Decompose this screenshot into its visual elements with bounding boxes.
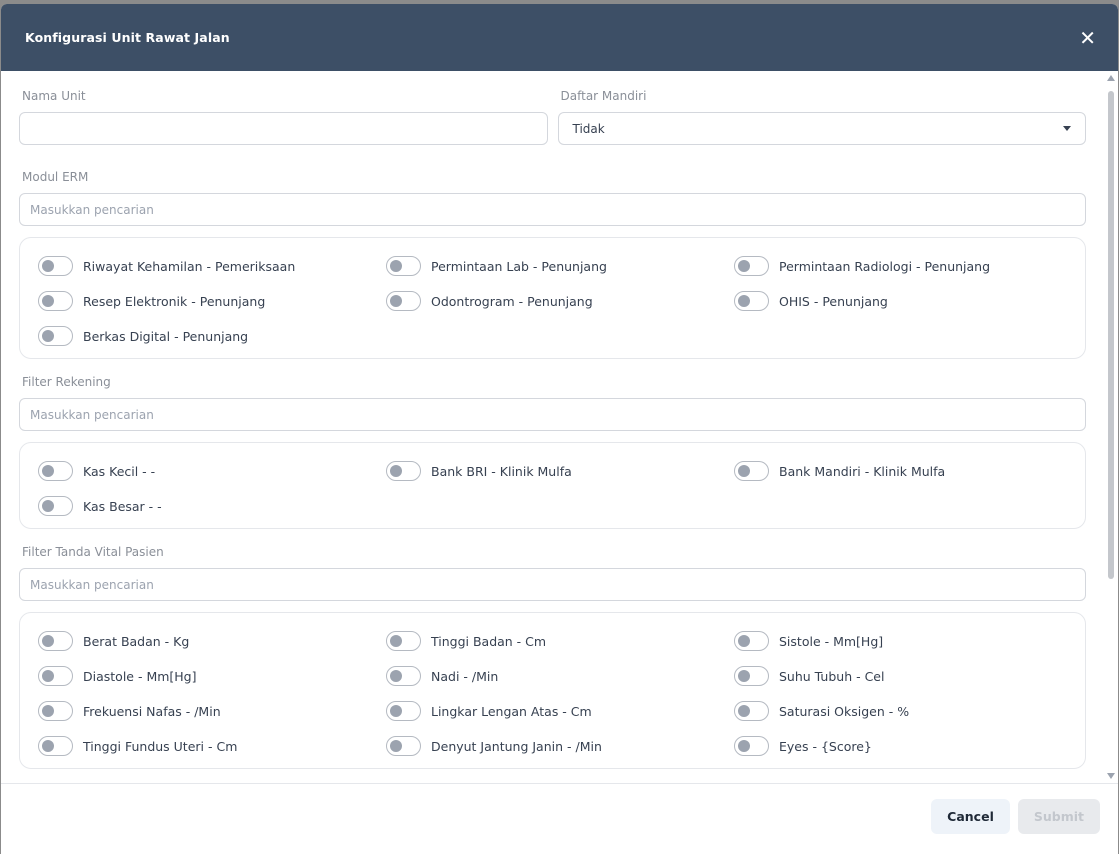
- toggle-label: Odontrogram - Penunjang: [431, 293, 593, 309]
- daftar-mandiri-select[interactable]: Tidak: [557, 112, 1086, 145]
- toggle-switch[interactable]: [734, 736, 769, 756]
- toggle-item[interactable]: Riwayat Kehamilan - Pemeriksaan: [38, 254, 386, 278]
- toggle-item[interactable]: Bank Mandiri - Klinik Mulfa: [734, 459, 1074, 483]
- toggle-switch[interactable]: [38, 291, 73, 311]
- toggle-item[interactable]: Bank BRI - Klinik Mulfa: [386, 459, 734, 483]
- toggle-item[interactable]: Permintaan Radiologi - Penunjang: [734, 254, 1074, 278]
- chevron-down-icon: [1063, 126, 1071, 131]
- toggle-switch[interactable]: [386, 736, 421, 756]
- toggle-label: Berat Badan - Kg: [83, 633, 190, 649]
- toggle-label: Frekuensi Nafas - /Min: [83, 703, 221, 719]
- toggle-switch[interactable]: [38, 701, 73, 721]
- modal-header: Konfigurasi Unit Rawat Jalan ✕: [1, 4, 1118, 71]
- toggle-label: Bank BRI - Klinik Mulfa: [431, 463, 572, 479]
- filter-tanda-vital-list: Berat Badan - Kg Tinggi Badan - Cm Sistole…: [19, 612, 1086, 769]
- nama-unit-label: Nama Unit: [22, 89, 86, 103]
- toggle-switch[interactable]: [734, 701, 769, 721]
- toggle-item[interactable]: Lingkar Lengan Atas - Cm: [386, 699, 734, 723]
- close-icon[interactable]: ✕: [1079, 28, 1096, 48]
- toggle-switch[interactable]: [38, 461, 73, 481]
- toggle-label: Resep Elektronik - Penunjang: [83, 293, 266, 309]
- daftar-mandiri-value: Tidak: [572, 121, 605, 136]
- filter-rekening-search-input[interactable]: Masukkan pencarian: [19, 398, 1086, 431]
- scroll-up-icon[interactable]: [1107, 75, 1115, 81]
- toggle-switch[interactable]: [734, 461, 769, 481]
- toggle-switch[interactable]: [386, 701, 421, 721]
- toggle-label: Nadi - /Min: [431, 668, 499, 684]
- toggle-item[interactable]: Tinggi Badan - Cm: [386, 629, 734, 653]
- toggle-item[interactable]: Berkas Digital - Penunjang: [38, 324, 386, 348]
- modal-body[interactable]: Nama Unit Daftar Mandiri Tidak Modul ERM…: [1, 71, 1118, 784]
- toggle-switch[interactable]: [386, 631, 421, 651]
- toggle-switch[interactable]: [38, 496, 73, 516]
- toggle-item[interactable]: Suhu Tubuh - Cel: [734, 664, 1074, 688]
- toggle-item[interactable]: Resep Elektronik - Penunjang: [38, 289, 386, 313]
- toggle-label: Saturasi Oksigen - %: [779, 703, 910, 719]
- toggle-item[interactable]: Denyut Jantung Janin - /Min: [386, 734, 734, 758]
- nama-unit-input[interactable]: [19, 112, 548, 145]
- toggle-label: Permintaan Lab - Penunjang: [431, 258, 607, 274]
- toggle-label: Tinggi Badan - Cm: [431, 633, 547, 649]
- toggle-switch[interactable]: [386, 291, 421, 311]
- toggle-switch[interactable]: [38, 736, 73, 756]
- toggle-item[interactable]: OHIS - Penunjang: [734, 289, 1074, 313]
- toggle-label: Denyut Jantung Janin - /Min: [431, 738, 602, 754]
- modul-erm-search-input[interactable]: Masukkan pencarian: [19, 193, 1086, 226]
- toggle-switch[interactable]: [386, 666, 421, 686]
- toggle-item[interactable]: Permintaan Lab - Penunjang: [386, 254, 734, 278]
- toggle-switch[interactable]: [386, 256, 421, 276]
- toggle-label: Bank Mandiri - Klinik Mulfa: [779, 463, 946, 479]
- toggle-switch[interactable]: [38, 326, 73, 346]
- toggle-label: Kas Kecil - -: [83, 463, 156, 479]
- scrollbar-thumb[interactable]: [1108, 91, 1114, 579]
- modul-erm-label: Modul ERM: [22, 170, 89, 184]
- toggle-label: Eyes - {Score}: [779, 738, 872, 754]
- toggle-item[interactable]: Sistole - Mm[Hg]: [734, 629, 1074, 653]
- toggle-switch[interactable]: [734, 666, 769, 686]
- toggle-label: Diastole - Mm[Hg]: [83, 668, 197, 684]
- filter-rekening-label: Filter Rekening: [22, 375, 111, 389]
- scrollbar[interactable]: [1107, 75, 1115, 779]
- toggle-label: Suhu Tubuh - Cel: [779, 668, 885, 684]
- toggle-item[interactable]: Eyes - {Score}: [734, 734, 1074, 758]
- toggle-switch[interactable]: [734, 291, 769, 311]
- toggle-item[interactable]: Kas Besar - -: [38, 494, 386, 518]
- toggle-item[interactable]: Frekuensi Nafas - /Min: [38, 699, 386, 723]
- toggle-label: OHIS - Penunjang: [779, 293, 888, 309]
- config-modal: Konfigurasi Unit Rawat Jalan ✕ Nama Unit…: [1, 4, 1118, 854]
- filter-tanda-vital-label: Filter Tanda Vital Pasien: [22, 545, 164, 559]
- toggle-item[interactable]: Diastole - Mm[Hg]: [38, 664, 386, 688]
- submit-button[interactable]: Submit: [1017, 799, 1100, 834]
- modul-erm-list: Riwayat Kehamilan - Pemeriksaan Permintaa…: [19, 237, 1086, 359]
- toggle-label: Berkas Digital - Penunjang: [83, 328, 249, 344]
- toggle-switch[interactable]: [734, 631, 769, 651]
- toggle-label: Lingkar Lengan Atas - Cm: [431, 703, 592, 719]
- toggle-label: Sistole - Mm[Hg]: [779, 633, 884, 649]
- toggle-item[interactable]: Kas Kecil - -: [38, 459, 386, 483]
- toggle-item[interactable]: Nadi - /Min: [386, 664, 734, 688]
- toggle-switch[interactable]: [734, 256, 769, 276]
- toggle-item[interactable]: Odontrogram - Penunjang: [386, 289, 734, 313]
- modal-footer: Cancel Submit: [1, 779, 1118, 854]
- toggle-item[interactable]: Tinggi Fundus Uteri - Cm: [38, 734, 386, 758]
- cancel-button[interactable]: Cancel: [931, 799, 1010, 834]
- toggle-label: Kas Besar - -: [83, 498, 162, 514]
- toggle-switch[interactable]: [38, 631, 73, 651]
- filter-tanda-vital-search-input[interactable]: Masukkan pencarian: [19, 568, 1086, 601]
- daftar-mandiri-label: Daftar Mandiri: [560, 89, 647, 103]
- toggle-label: Riwayat Kehamilan - Pemeriksaan: [83, 258, 296, 274]
- toggle-switch[interactable]: [38, 666, 73, 686]
- filter-rekening-list: Kas Kecil - - Bank BRI - Klinik Mulfa Bank…: [19, 442, 1086, 529]
- toggle-switch[interactable]: [38, 256, 73, 276]
- toggle-switch[interactable]: [386, 461, 421, 481]
- toggle-label: Tinggi Fundus Uteri - Cm: [83, 738, 238, 754]
- modal-title: Konfigurasi Unit Rawat Jalan: [25, 30, 230, 45]
- toggle-item[interactable]: Saturasi Oksigen - %: [734, 699, 1074, 723]
- toggle-label: Permintaan Radiologi - Penunjang: [779, 258, 991, 274]
- toggle-item[interactable]: Berat Badan - Kg: [38, 629, 386, 653]
